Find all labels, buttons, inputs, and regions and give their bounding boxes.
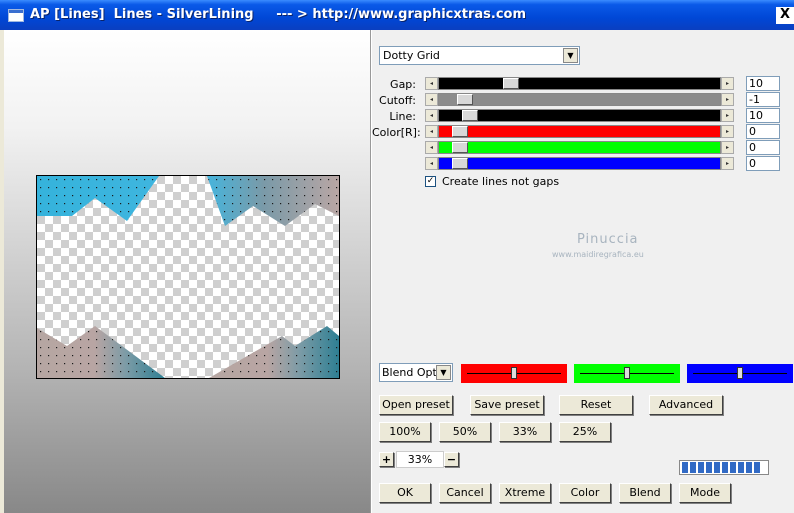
slider-right-arrow-icon[interactable]: ▸ [721, 125, 734, 138]
slider-track[interactable] [438, 157, 721, 170]
color-button[interactable]: Color [559, 483, 611, 503]
watermark-url: www.maidiregrafica.eu [552, 250, 644, 259]
slider-value-field[interactable]: 10 [746, 108, 780, 123]
watermark-name: Pinuccia [577, 232, 639, 247]
settings-panel: Dotty Grid ▼ Gap: ◂ ▸ 10 Cutoff: ◂ ▸ -1 Line: ◂ ▸ 1… [372, 30, 794, 513]
effect-dropdown-value: Dotty Grid [383, 49, 440, 62]
zoom-in-button[interactable]: + [379, 452, 394, 467]
slider-right-arrow-icon[interactable]: ▸ [721, 77, 734, 90]
progress-segment [714, 462, 720, 473]
title-bar[interactable]: AP [Lines] Lines - SilverLining --- > ht… [0, 0, 794, 30]
slider-left-arrow-icon[interactable]: ◂ [425, 77, 438, 90]
slider-thumb[interactable] [503, 78, 519, 89]
xtreme-button[interactable]: Xtreme [499, 483, 551, 503]
slider-value-field[interactable]: 0 [746, 140, 780, 155]
zoom-50-button[interactable]: 50% [439, 422, 491, 442]
slider-track[interactable] [438, 125, 721, 138]
zoom-field[interactable]: 33% [396, 451, 444, 468]
zoom-100-button[interactable]: 100% [379, 422, 431, 442]
slider-value-field[interactable]: -1 [746, 92, 780, 107]
progress-segment [738, 462, 744, 473]
progress-segment [682, 462, 688, 473]
progress-segment [690, 462, 696, 473]
blend-green-thumb[interactable] [624, 367, 630, 379]
open-preset-button[interactable]: Open preset [379, 395, 453, 415]
progress-segment [706, 462, 712, 473]
preview-panel [4, 30, 370, 513]
save-preset-button[interactable]: Save preset [470, 395, 544, 415]
advanced-button[interactable]: Advanced [649, 395, 723, 415]
blend-blue-thumb[interactable] [737, 367, 743, 379]
slider-value-field[interactable]: 0 [746, 124, 780, 139]
slider-track[interactable] [438, 141, 721, 154]
progress-segment [754, 462, 760, 473]
effect-dropdown[interactable]: Dotty Grid ▼ [379, 46, 580, 65]
create-lines-checkbox[interactable]: ✓ [425, 176, 436, 187]
progress-bar [679, 460, 769, 475]
slider-thumb[interactable] [452, 126, 468, 137]
slider-thumb[interactable] [452, 158, 468, 169]
preview-image[interactable] [36, 175, 340, 379]
blend-red-slider[interactable] [461, 364, 567, 383]
slider-right-arrow-icon[interactable]: ▸ [721, 93, 734, 106]
chevron-down-icon[interactable]: ▼ [436, 365, 451, 380]
create-lines-label: Create lines not gaps [442, 175, 560, 188]
progress-segment [722, 462, 728, 473]
progress-segment [730, 462, 736, 473]
slider-thumb[interactable] [462, 110, 478, 121]
chevron-down-icon[interactable]: ▼ [563, 48, 578, 63]
slider-thumb[interactable] [457, 94, 473, 105]
reset-button[interactable]: Reset [559, 395, 633, 415]
blend-button[interactable]: Blend [619, 483, 671, 503]
zoom-out-button[interactable]: − [444, 452, 459, 467]
slider-label: Gap: [390, 78, 416, 91]
slider-label: Line: [389, 110, 416, 123]
progress-segment [698, 462, 704, 473]
slider-thumb[interactable] [452, 142, 468, 153]
slider-left-arrow-icon[interactable]: ◂ [425, 157, 438, 170]
slider-left-arrow-icon[interactable]: ◂ [425, 141, 438, 154]
slider-left-arrow-icon[interactable]: ◂ [425, 93, 438, 106]
close-button[interactable]: X [776, 7, 794, 24]
progress-segment [746, 462, 752, 473]
ok-button[interactable]: OK [379, 483, 431, 503]
cancel-button[interactable]: Cancel [439, 483, 491, 503]
blend-blue-slider[interactable] [687, 364, 793, 383]
slider-label: Cutoff: [379, 94, 416, 107]
mode-button[interactable]: Mode [679, 483, 731, 503]
slider-right-arrow-icon[interactable]: ▸ [721, 109, 734, 122]
slider-track[interactable] [438, 109, 721, 122]
slider-right-arrow-icon[interactable]: ▸ [721, 141, 734, 154]
slider-track[interactable] [438, 77, 721, 90]
slider-label: Color[R]: [372, 126, 421, 139]
window-title: AP [Lines] Lines - SilverLining --- > ht… [30, 7, 527, 22]
zoom-25-button[interactable]: 25% [559, 422, 611, 442]
slider-value-field[interactable]: 10 [746, 76, 780, 91]
slider-left-arrow-icon[interactable]: ◂ [425, 109, 438, 122]
slider-value-field[interactable]: 0 [746, 156, 780, 171]
blend-green-slider[interactable] [574, 364, 680, 383]
slider-track[interactable] [438, 93, 721, 106]
slider-right-arrow-icon[interactable]: ▸ [721, 157, 734, 170]
slider-left-arrow-icon[interactable]: ◂ [425, 125, 438, 138]
window-icon [8, 9, 24, 22]
zoom-33-button[interactable]: 33% [499, 422, 551, 442]
blend-red-thumb[interactable] [511, 367, 517, 379]
blend-options-dropdown[interactable]: Blend Optio ▼ [379, 363, 453, 382]
